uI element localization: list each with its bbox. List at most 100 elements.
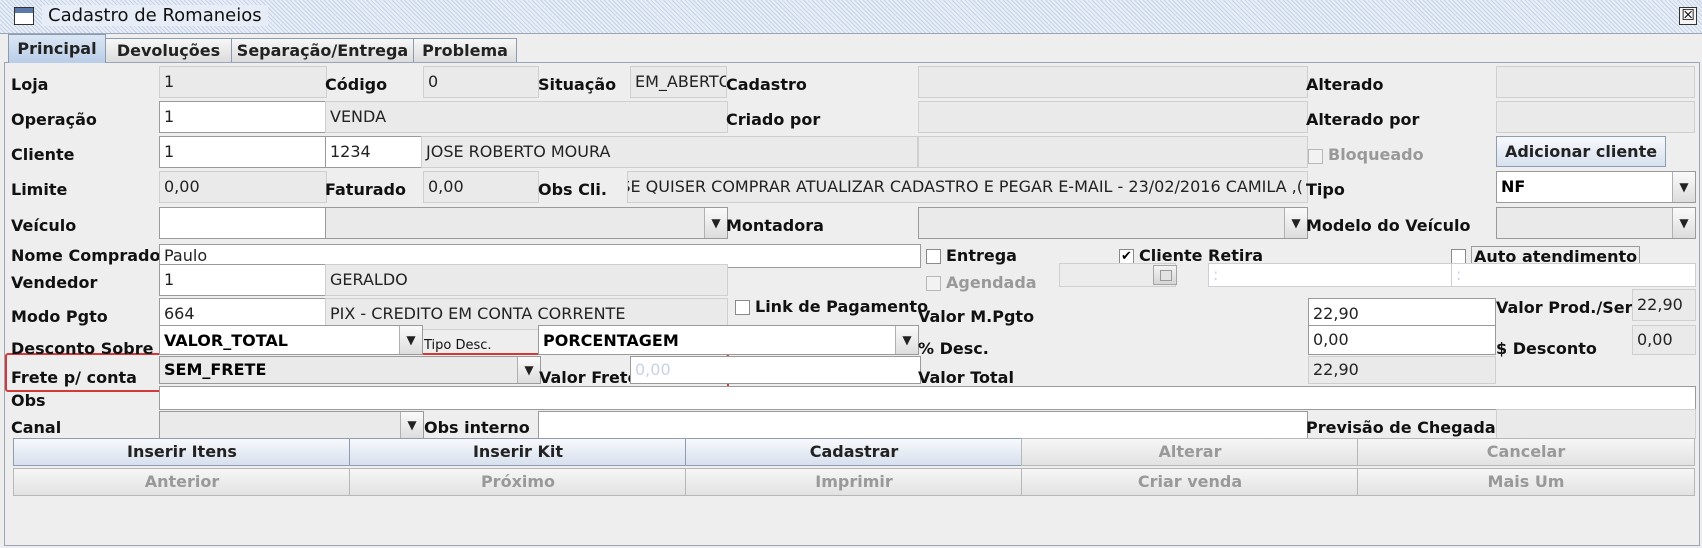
montadora-select[interactable]: ▼ [918, 207, 1308, 239]
tipo-desc-label: Tipo Desc. [424, 338, 492, 353]
vendedor-label: Vendedor [11, 273, 98, 292]
inserir-itens-button[interactable]: Inserir Itens [13, 438, 351, 466]
desconto-field: 0,00 [1632, 325, 1696, 355]
frete-conta-value: SEM_FRETE [164, 360, 267, 379]
desconto-label: $ Desconto [1496, 339, 1597, 358]
link-pagamento-checkbox[interactable] [735, 300, 750, 315]
criado-por-label: Criado por [726, 110, 821, 129]
auto-atendimento-checkbox[interactable] [1451, 249, 1466, 264]
loja-field: 1 [159, 66, 327, 98]
nome-comprador-label: Nome Comprador [11, 246, 169, 265]
inserir-kit-button[interactable]: Inserir Kit [349, 438, 687, 466]
cliente-retira-checkbox[interactable]: ✔ [1119, 249, 1134, 264]
operacao-label: Operação [11, 110, 97, 129]
criar-venda-button[interactable]: Criar venda [1021, 468, 1359, 496]
chevron-down-icon[interactable]: ▼ [399, 326, 422, 354]
veiculo-label: Veículo [11, 216, 77, 235]
tab-problema[interactable]: Problema [413, 38, 517, 62]
agendada-checkbox[interactable] [926, 276, 941, 291]
cliente-label: Cliente [11, 145, 75, 164]
valor-mpgto-label: Valor M.Pgto [918, 307, 1035, 326]
vendedor-code-input[interactable]: 1 [159, 264, 327, 296]
alterado-label: Alterado [1306, 75, 1384, 94]
alterado-por-label: Alterado por [1306, 110, 1420, 129]
codigo-field: 0 [423, 66, 539, 98]
loja-label: Loja [11, 75, 49, 94]
chevron-down-icon[interactable]: ▼ [1672, 172, 1695, 202]
veiculo-input[interactable] [159, 207, 327, 239]
cadastrar-button[interactable]: Cadastrar [685, 438, 1023, 466]
tab-principal[interactable]: Principal [8, 34, 106, 63]
cliente-id-input[interactable]: 1234 [325, 136, 422, 168]
criado-por-field [918, 101, 1308, 133]
tipo-desc-select[interactable]: PORCENTAGEM ▼ [538, 325, 919, 355]
valor-frete-label: Valor Frete [539, 368, 639, 387]
obs-input[interactable] [159, 386, 1696, 410]
pct-desc-label: % Desc. [918, 339, 989, 358]
chevron-down-icon[interactable]: ▼ [895, 326, 918, 354]
previsao-chegada-field [1496, 409, 1696, 439]
valor-total-field: 22,90 [1308, 356, 1496, 384]
limite-field: 0,00 [159, 171, 327, 203]
window-icon [14, 7, 34, 25]
tab-devolucoes[interactable]: Devoluções [105, 38, 232, 62]
cancelar-button[interactable]: Cancelar [1357, 438, 1695, 466]
tab-bar: Principal Devoluções Separação/Entrega P… [0, 34, 1702, 63]
cliente-code-input[interactable]: 1 [159, 136, 327, 168]
mais-um-button[interactable]: Mais Um [1357, 468, 1695, 496]
canal-select[interactable]: ▼ [159, 411, 424, 439]
limite-label: Limite [11, 180, 68, 199]
frete-conta-select[interactable]: SEM_FRETE ▼ [159, 356, 541, 384]
adicionar-cliente-button[interactable]: Adicionar cliente [1496, 136, 1666, 167]
link-pagamento-label: Link de Pagamento [755, 297, 929, 316]
chevron-down-icon[interactable]: ▼ [400, 412, 423, 438]
operacao-code-input[interactable]: 1 [159, 101, 327, 133]
anterior-button[interactable]: Anterior [13, 468, 351, 496]
agendada-time-end[interactable]: : [1451, 263, 1696, 287]
modelo-veiculo-select[interactable]: ▼ [1496, 207, 1696, 239]
modo-pgto-label: Modo Pgto [11, 307, 108, 326]
cadastro-field [918, 66, 1308, 98]
imprimir-button[interactable]: Imprimir [685, 468, 1023, 496]
bloqueado-checkbox[interactable] [1308, 149, 1323, 164]
chevron-down-icon[interactable]: ▼ [1284, 208, 1307, 238]
bloqueado-label: Bloqueado [1328, 145, 1424, 164]
pct-desc-input[interactable]: 0,00 [1308, 325, 1496, 355]
obs-label: Obs [11, 391, 46, 410]
chevron-down-icon[interactable]: ▼ [517, 357, 540, 383]
valor-frete-input[interactable]: 0,00 [630, 356, 921, 384]
chevron-down-icon[interactable]: ▼ [1672, 208, 1695, 238]
cadastro-label: Cadastro [726, 75, 807, 94]
previsao-chegada-label: Previsão de Chegada [1306, 418, 1496, 437]
tipo-desc-value: PORCENTAGEM [543, 331, 679, 350]
tipo-select[interactable]: NF ▼ [1496, 171, 1696, 203]
window-title: Cadastro de Romaneios [42, 5, 268, 26]
desconto-sobre-value: VALOR_TOTAL [164, 331, 288, 350]
alterar-button[interactable]: Alterar [1021, 438, 1359, 466]
entrega-label: Entrega [946, 246, 1017, 265]
chevron-down-icon[interactable]: ▼ [704, 208, 727, 238]
calendar-icon[interactable] [1153, 265, 1177, 285]
valor-total-label: Valor Total [918, 368, 1014, 387]
operacao-name-field: VENDA [325, 101, 728, 133]
agendada-time-start[interactable]: : [1208, 263, 1453, 287]
modelo-veiculo-label: Modelo do Veículo [1306, 216, 1471, 235]
faturado-field: 0,00 [423, 171, 539, 203]
obs-cli-label: Obs Cli. [538, 180, 607, 199]
desconto-sobre-select[interactable]: VALOR_TOTAL ▼ [159, 325, 423, 355]
obs-cli-field: ), SE QUISER COMPRAR ATUALIZAR CADASTRO … [627, 171, 1308, 203]
proximo-button[interactable]: Próximo [349, 468, 687, 496]
tab-separacao-entrega[interactable]: Separação/Entrega [231, 38, 414, 62]
cliente-name-field: JOSE ROBERTO MOURA [421, 136, 918, 168]
form-panel: Loja 1 Código 0 Situação EM_ABERTO Cadas… [4, 62, 1700, 546]
close-icon[interactable]: ☒ [1679, 7, 1697, 25]
obs-interno-input[interactable] [538, 411, 1308, 439]
agendada-label: Agendada [946, 273, 1037, 292]
veiculo-select[interactable]: ▼ [325, 207, 728, 239]
frete-conta-label: Frete p/ conta [11, 368, 137, 387]
vendedor-name-field: GERALDO [325, 264, 728, 296]
situacao-field: EM_ABERTO [630, 66, 727, 98]
entrega-checkbox[interactable] [926, 249, 941, 264]
obs-interno-label: Obs interno [424, 418, 530, 437]
codigo-label: Código [325, 75, 388, 94]
